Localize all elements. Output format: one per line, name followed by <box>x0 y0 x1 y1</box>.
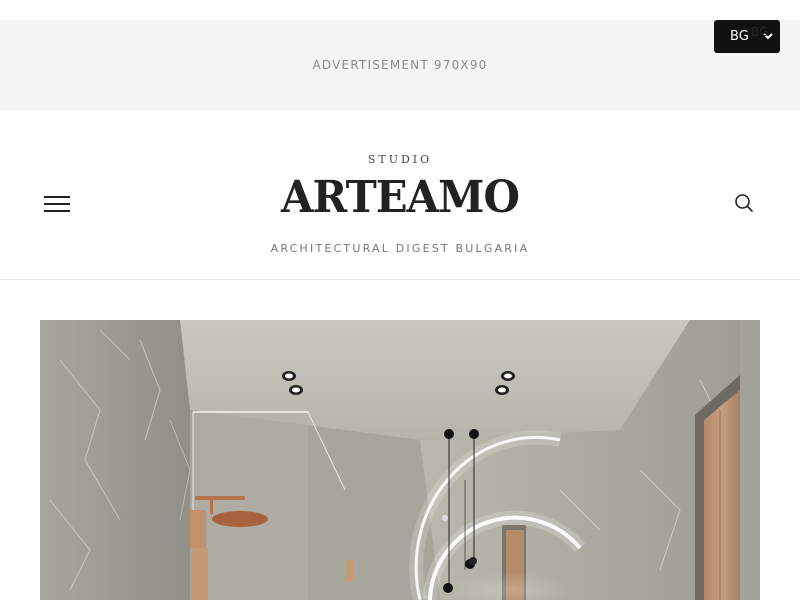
bathroom-photo <box>40 320 760 600</box>
language-overlay-label: BG <box>751 25 769 39</box>
site-header: STUDIO ARTEAMO ARCHITECTURAL DIGEST BULG… <box>0 110 800 280</box>
language-selected-value: BG <box>730 29 749 44</box>
advertisement-label: ADVERTISEMENT 970X90 <box>312 58 488 72</box>
site-logo[interactable]: ARTEAMO <box>20 172 780 223</box>
search-icon[interactable] <box>733 192 755 214</box>
hero-image[interactable] <box>40 320 760 600</box>
advertisement-banner[interactable]: ADVERTISEMENT 970X90 <box>0 20 800 110</box>
brand-studio: STUDIO <box>367 153 433 166</box>
language-select[interactable]: BG <box>714 20 780 53</box>
top-strip <box>0 0 800 20</box>
brand-tagline: ARCHITECTURAL DIGEST BULGARIA <box>270 242 530 255</box>
